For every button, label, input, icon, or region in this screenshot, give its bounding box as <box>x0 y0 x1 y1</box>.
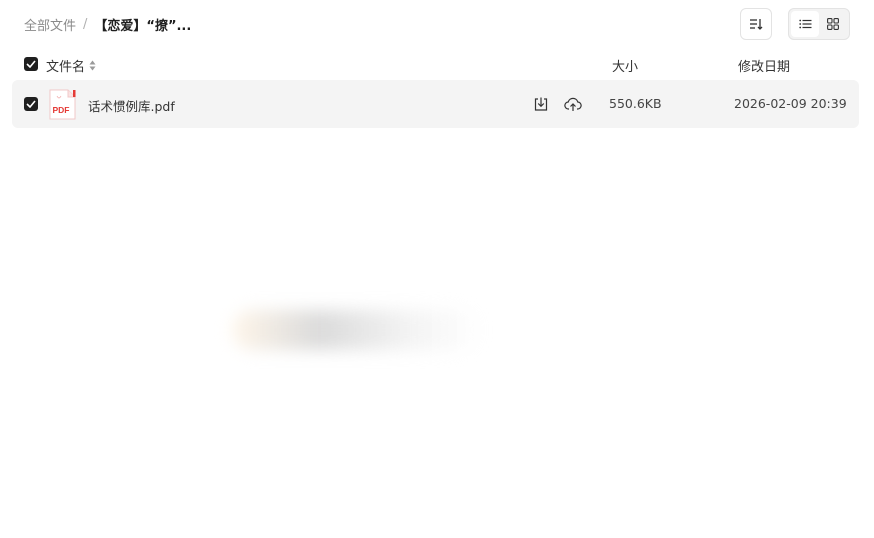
pdf-file-icon: PDF <box>49 89 76 120</box>
breadcrumb: 全部文件 / 【恋爱】“撩”... <box>24 15 191 34</box>
sort-icon <box>750 19 763 30</box>
select-all-checkbox[interactable] <box>24 57 38 71</box>
list-view-icon <box>798 19 811 29</box>
view-toggle <box>788 8 850 40</box>
save-to-cloud-button[interactable] <box>564 95 582 113</box>
column-header-name-label: 文件名 <box>46 60 86 75</box>
grid-view-button[interactable] <box>819 11 847 37</box>
row-checkbox[interactable] <box>24 97 38 111</box>
list-view-button[interactable] <box>791 11 819 37</box>
column-header-size[interactable]: 大小 <box>612 56 638 75</box>
sort-toggle-icon <box>89 60 96 71</box>
cloud-icon <box>564 97 582 111</box>
pdf-file-icon-label: PDF <box>53 105 70 115</box>
check-icon <box>26 60 36 68</box>
download-icon <box>534 97 548 111</box>
top-bar: 全部文件 / 【恋爱】“撩”... <box>0 0 874 48</box>
table-row[interactable]: PDF 话术惯例库.pdf 550.6KB 2026-02-09 20:39 <box>12 80 859 128</box>
grid-view-icon <box>827 18 839 30</box>
loading-placeholder <box>232 310 482 350</box>
file-modified-date: 2026-02-09 20:39 <box>734 96 847 111</box>
file-size: 550.6KB <box>609 96 662 111</box>
column-header-date[interactable]: 修改日期 <box>738 56 790 75</box>
sort-button[interactable] <box>740 8 772 40</box>
table-header: 文件名 大小 修改日期 <box>0 48 874 80</box>
column-header-name[interactable]: 文件名 <box>46 56 96 75</box>
breadcrumb-separator: / <box>83 17 88 32</box>
check-icon <box>26 100 36 108</box>
file-name[interactable]: 话术惯例库.pdf <box>88 96 175 115</box>
download-button[interactable] <box>532 95 550 113</box>
breadcrumb-current-folder: 【恋爱】“撩”... <box>94 19 192 34</box>
breadcrumb-root[interactable]: 全部文件 <box>24 15 76 34</box>
